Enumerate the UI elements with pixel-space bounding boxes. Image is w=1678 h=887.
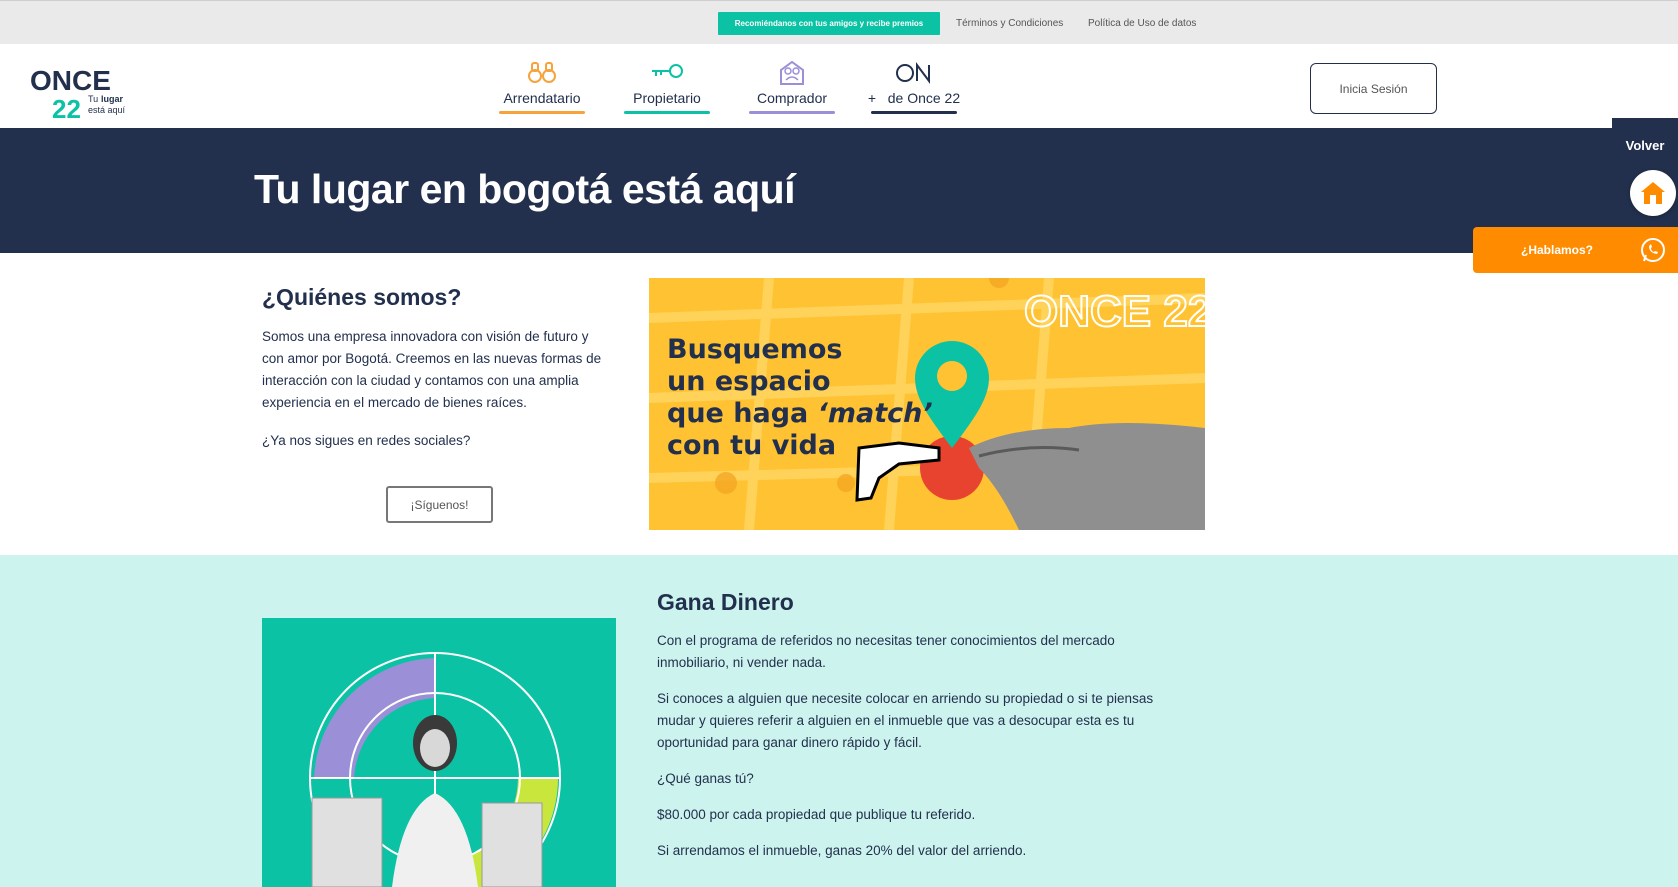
promo-banner-image: ONCE 22 Busquemos un espacio que haga ‘m… <box>649 278 1205 530</box>
back-button[interactable]: Volver <box>1612 118 1678 156</box>
on-logo-icon <box>896 62 930 84</box>
login-button[interactable]: Inicia Sesión <box>1310 63 1437 114</box>
nav-underline <box>624 111 710 114</box>
social-question: ¿Ya nos sigues en redes sociales? <box>262 433 471 448</box>
nav-de-once22[interactable]: + de Once 22 <box>868 60 960 116</box>
nav-label: Propietario <box>633 90 701 106</box>
nav-propietario[interactable]: Propietario <box>624 60 710 116</box>
logo-tagline-1: Tu <box>88 94 98 104</box>
earn-paragraph-4: $80.000 por cada propiedad que publique … <box>657 807 976 822</box>
nav-label: Arrendatario <box>503 90 581 106</box>
promo-line-3a: que haga <box>667 398 809 429</box>
promo-line-4: con tu vida <box>667 430 837 461</box>
hero-title: Tu lugar en bogotá está aquí <box>254 166 796 212</box>
terms-link[interactable]: Términos y Condiciones <box>956 18 1063 29</box>
earn-paragraph-5: Si arrendamos el inmueble, ganas 20% del… <box>657 843 1027 858</box>
nav-label: Comprador <box>756 90 828 106</box>
nav-label: + de Once 22 <box>868 90 960 106</box>
home-icon <box>1641 182 1665 204</box>
top-bar: Recomiéndanos con tus amigos y recibe pr… <box>0 0 1678 44</box>
nav-prefix: + <box>867 90 877 106</box>
nav-arrendatario[interactable]: Arrendatario <box>499 60 585 116</box>
site-header: ONCE 22 Tu lugar está aquí Arrendatario … <box>0 44 1678 128</box>
nav-underline <box>749 111 835 114</box>
promo-headline: Busquemos un espacio que haga ‘match’ co… <box>667 334 933 462</box>
nav-underline <box>871 111 957 114</box>
family-icon <box>780 60 804 85</box>
nav-underline <box>499 111 585 114</box>
promo-line-3b: ‘match’ <box>817 398 933 429</box>
earn-money-image <box>262 618 616 887</box>
whatsapp-chat-button[interactable]: ¿Hablamos? <box>1473 227 1678 273</box>
logo-number: 22 <box>52 94 81 120</box>
home-button[interactable] <box>1630 170 1676 216</box>
once22-logo[interactable]: ONCE 22 Tu lugar está aquí <box>30 60 150 124</box>
promo-line-3: que haga ‘match’ <box>667 398 933 430</box>
about-title: ¿Quiénes somos? <box>262 284 462 310</box>
nav-comprador[interactable]: Comprador <box>749 60 835 116</box>
privacy-link[interactable]: Política de Uso de datos <box>1088 18 1196 29</box>
nav-label-text: de Once 22 <box>887 90 961 106</box>
logo-tagline-2: está aquí <box>88 105 126 115</box>
promo-line-2: un espacio <box>667 366 831 397</box>
once22-logo-icon: ONCE 22 Tu lugar está aquí <box>30 65 126 124</box>
referral-promo-button[interactable]: Recomiéndanos con tus amigos y recibe pr… <box>718 12 940 35</box>
earn-paragraph-1: Con el programa de referidos no necesita… <box>657 633 1115 670</box>
promo-line-1: Busquemos <box>667 334 843 365</box>
logo-text: ONCE <box>30 65 111 96</box>
earn-money-section: Gana Dinero Con el programa de referidos… <box>0 555 1678 887</box>
follow-button[interactable]: ¡Síguenos! <box>386 486 493 523</box>
whatsapp-icon <box>1641 238 1665 262</box>
key-icon <box>652 64 683 78</box>
about-body: Somos una empresa innovadora con visión … <box>262 329 602 410</box>
hero-banner: Tu lugar en bogotá está aquí <box>0 128 1678 253</box>
earn-graphic <box>309 652 561 887</box>
logo-tagline-bold: lugar <box>101 94 124 104</box>
earn-paragraph-3: ¿Qué ganas tú? <box>657 771 754 786</box>
chat-label: ¿Hablamos? <box>1521 243 1594 257</box>
earn-paragraph-2: Si conoces a alguien que necesite coloca… <box>657 691 1154 750</box>
binoculars-icon <box>528 62 556 83</box>
earn-title: Gana Dinero <box>657 589 794 615</box>
promo-logo-text: ONCE 22 <box>1024 287 1205 336</box>
